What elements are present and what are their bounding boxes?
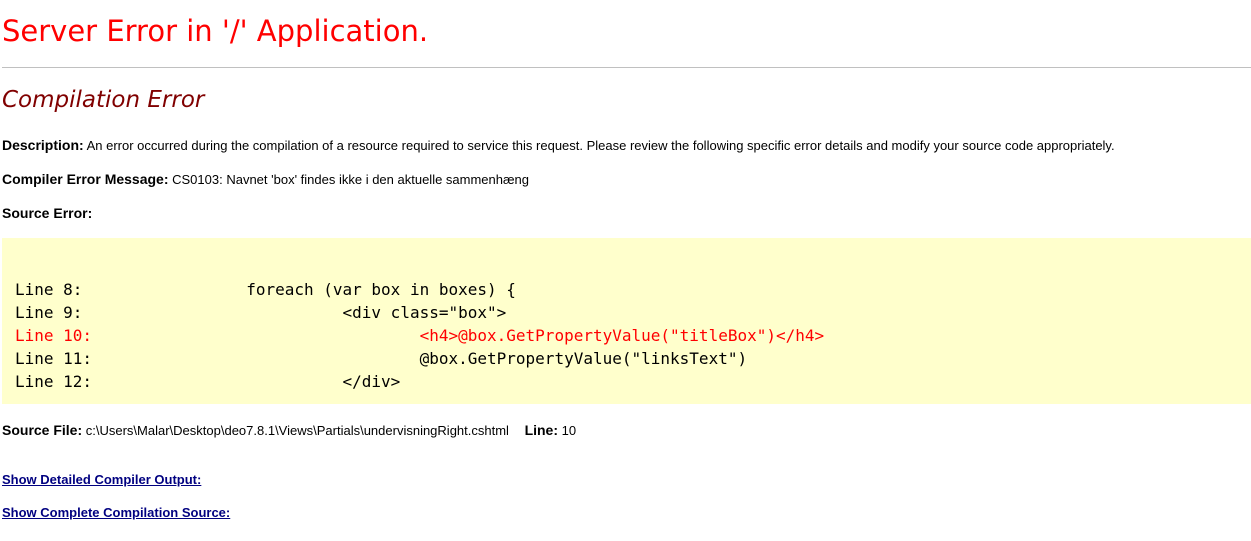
code-line: Line 8: foreach (var box in boxes) { bbox=[15, 280, 516, 299]
description-line: Description: An error occurred during th… bbox=[2, 137, 1115, 153]
source-file-line: Source File: c:\Users\Malar\Desktop\deo7… bbox=[2, 422, 576, 438]
error-page: Server Error in '/' Application. Compila… bbox=[0, 0, 1251, 541]
source-code: Line 8: foreach (var box in boxes) { Line… bbox=[15, 278, 824, 393]
compiler-error-line: Compiler Error Message: CS0103: Navnet '… bbox=[2, 171, 529, 187]
show-complete-compilation-source-link[interactable]: Show Complete Compilation Source: bbox=[2, 505, 230, 520]
source-code-box: Line 8: foreach (var box in boxes) { Line… bbox=[2, 238, 1251, 404]
code-line: Line 9: <div class="box"> bbox=[15, 303, 507, 322]
compiler-error-label: Compiler Error Message: bbox=[2, 171, 169, 187]
line-number-label: Line: bbox=[524, 422, 559, 438]
source-error-label: Source Error: bbox=[2, 205, 93, 221]
show-detailed-compiler-output-link[interactable]: Show Detailed Compiler Output: bbox=[2, 472, 201, 487]
code-line: Line 12: </div> bbox=[15, 372, 401, 391]
title-divider bbox=[2, 67, 1251, 68]
line-number-value: 10 bbox=[561, 423, 577, 438]
description-label: Description: bbox=[2, 137, 84, 153]
error-type-heading: Compilation Error bbox=[2, 87, 205, 113]
source-error-line: Source Error: bbox=[2, 205, 92, 221]
source-file-path: c:\Users\Malar\Desktop\deo7.8.1\Views\Pa… bbox=[85, 423, 509, 438]
code-line: Line 11: @box.GetPropertyValue("linksTex… bbox=[15, 349, 748, 368]
compiler-error-text: CS0103: Navnet 'box' findes ikke i den a… bbox=[172, 172, 530, 187]
code-line-error: Line 10: <h4>@box.GetPropertyValue("titl… bbox=[15, 326, 825, 345]
source-file-label: Source File: bbox=[2, 422, 83, 438]
page-title: Server Error in '/' Application. bbox=[2, 14, 429, 48]
description-text: An error occurred during the compilation… bbox=[86, 138, 1115, 153]
